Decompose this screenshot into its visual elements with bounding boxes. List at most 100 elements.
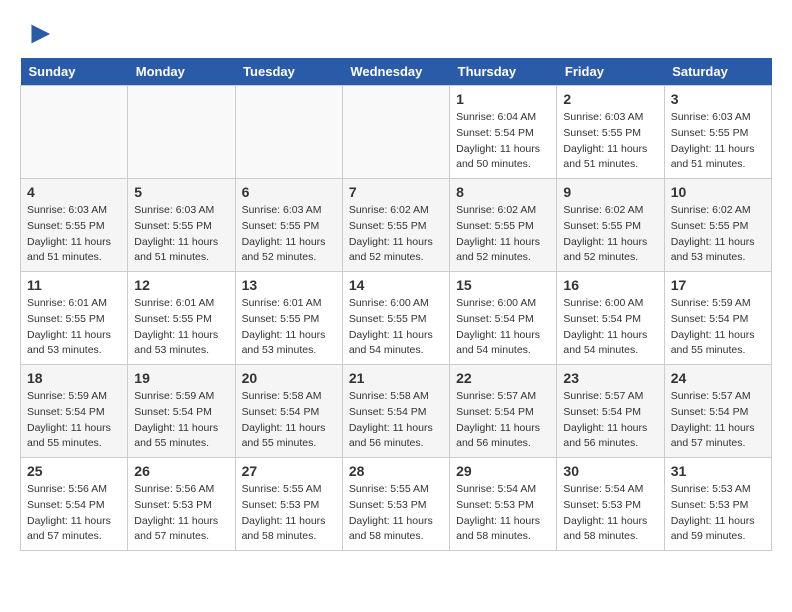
day-info: Sunrise: 6:02 AM Sunset: 5:55 PM Dayligh… xyxy=(563,203,657,266)
header-cell-sunday: Sunday xyxy=(21,58,128,86)
day-info: Sunrise: 6:02 AM Sunset: 5:55 PM Dayligh… xyxy=(456,203,550,266)
day-info: Sunrise: 6:03 AM Sunset: 5:55 PM Dayligh… xyxy=(27,203,121,266)
day-number: 16 xyxy=(563,277,657,293)
day-number: 24 xyxy=(671,370,765,386)
day-info: Sunrise: 5:59 AM Sunset: 5:54 PM Dayligh… xyxy=(671,296,765,359)
logo-icon xyxy=(24,20,52,48)
header-cell-monday: Monday xyxy=(128,58,235,86)
calendar-cell: 23 Sunrise: 5:57 AM Sunset: 5:54 PM Dayli… xyxy=(557,365,664,458)
day-info: Sunrise: 6:01 AM Sunset: 5:55 PM Dayligh… xyxy=(242,296,336,359)
calendar-cell: 17 Sunrise: 5:59 AM Sunset: 5:54 PM Dayli… xyxy=(664,272,771,365)
day-info: Sunrise: 6:04 AM Sunset: 5:54 PM Dayligh… xyxy=(456,110,550,173)
day-info: Sunrise: 6:00 AM Sunset: 5:54 PM Dayligh… xyxy=(456,296,550,359)
calendar-cell: 22Sunrise: 5:57 AM Sunset: 5:54 PM Dayli… xyxy=(450,365,557,458)
calendar-table: SundayMondayTuesdayWednesdayThursdayFrid… xyxy=(20,58,772,551)
day-number: 14 xyxy=(349,277,443,293)
calendar-cell: 6 Sunrise: 6:03 AM Sunset: 5:55 PM Daylig… xyxy=(235,179,342,272)
day-number: 2 xyxy=(563,91,657,107)
calendar-cell: 28 Sunrise: 5:55 AM Sunset: 5:53 PM Dayli… xyxy=(342,458,449,551)
day-info: Sunrise: 5:57 AM Sunset: 5:54 PM Dayligh… xyxy=(671,389,765,452)
day-number: 29 xyxy=(456,463,550,479)
calendar-cell: 31 Sunrise: 5:53 AM Sunset: 5:53 PM Dayli… xyxy=(664,458,771,551)
day-info: Sunrise: 6:03 AM Sunset: 5:55 PM Dayligh… xyxy=(563,110,657,173)
calendar-cell: 4 Sunrise: 6:03 AM Sunset: 5:55 PM Daylig… xyxy=(21,179,128,272)
header-cell-thursday: Thursday xyxy=(450,58,557,86)
calendar-cell: 8 Sunrise: 6:02 AM Sunset: 5:55 PM Daylig… xyxy=(450,179,557,272)
calendar-cell: 29 Sunrise: 5:54 AM Sunset: 5:53 PM Dayli… xyxy=(450,458,557,551)
calendar-cell: 11Sunrise: 6:01 AM Sunset: 5:55 PM Dayli… xyxy=(21,272,128,365)
calendar-cell: 27Sunrise: 5:55 AM Sunset: 5:53 PM Dayli… xyxy=(235,458,342,551)
day-number: 8 xyxy=(456,184,550,200)
day-number: 6 xyxy=(242,184,336,200)
week-row-5: 25 Sunrise: 5:56 AM Sunset: 5:54 PM Dayli… xyxy=(21,458,772,551)
day-number: 23 xyxy=(563,370,657,386)
day-info: Sunrise: 5:56 AM Sunset: 5:54 PM Dayligh… xyxy=(27,482,121,545)
day-info: Sunrise: 5:54 AM Sunset: 5:53 PM Dayligh… xyxy=(456,482,550,545)
day-info: Sunrise: 6:01 AM Sunset: 5:55 PM Dayligh… xyxy=(27,296,121,359)
day-info: Sunrise: 6:03 AM Sunset: 5:55 PM Dayligh… xyxy=(671,110,765,173)
calendar-cell xyxy=(235,86,342,179)
calendar-cell: 7Sunrise: 6:02 AM Sunset: 5:55 PM Daylig… xyxy=(342,179,449,272)
header-cell-friday: Friday xyxy=(557,58,664,86)
day-info: Sunrise: 6:01 AM Sunset: 5:55 PM Dayligh… xyxy=(134,296,228,359)
calendar-cell: 5Sunrise: 6:03 AM Sunset: 5:55 PM Daylig… xyxy=(128,179,235,272)
week-row-2: 4 Sunrise: 6:03 AM Sunset: 5:55 PM Daylig… xyxy=(21,179,772,272)
day-info: Sunrise: 5:59 AM Sunset: 5:54 PM Dayligh… xyxy=(27,389,121,452)
header-cell-saturday: Saturday xyxy=(664,58,771,86)
calendar-cell: 12 Sunrise: 6:01 AM Sunset: 5:55 PM Dayli… xyxy=(128,272,235,365)
day-number: 22 xyxy=(456,370,550,386)
calendar-cell: 16 Sunrise: 6:00 AM Sunset: 5:54 PM Dayli… xyxy=(557,272,664,365)
day-info: Sunrise: 5:58 AM Sunset: 5:54 PM Dayligh… xyxy=(349,389,443,452)
day-number: 10 xyxy=(671,184,765,200)
day-info: Sunrise: 5:58 AM Sunset: 5:54 PM Dayligh… xyxy=(242,389,336,452)
day-number: 17 xyxy=(671,277,765,293)
calendar-cell: 13 Sunrise: 6:01 AM Sunset: 5:55 PM Dayli… xyxy=(235,272,342,365)
page-header xyxy=(20,20,772,48)
day-number: 31 xyxy=(671,463,765,479)
day-number: 25 xyxy=(27,463,121,479)
calendar-cell: 19 Sunrise: 5:59 AM Sunset: 5:54 PM Dayli… xyxy=(128,365,235,458)
day-info: Sunrise: 5:53 AM Sunset: 5:53 PM Dayligh… xyxy=(671,482,765,545)
calendar-cell: 14 Sunrise: 6:00 AM Sunset: 5:55 PM Dayli… xyxy=(342,272,449,365)
day-info: Sunrise: 5:55 AM Sunset: 5:53 PM Dayligh… xyxy=(349,482,443,545)
calendar-cell: 20 Sunrise: 5:58 AM Sunset: 5:54 PM Dayli… xyxy=(235,365,342,458)
day-number: 3 xyxy=(671,91,765,107)
day-number: 26 xyxy=(134,463,228,479)
calendar-cell: 9 Sunrise: 6:02 AM Sunset: 5:55 PM Daylig… xyxy=(557,179,664,272)
calendar-cell: 10 Sunrise: 6:02 AM Sunset: 5:55 PM Dayli… xyxy=(664,179,771,272)
day-number: 9 xyxy=(563,184,657,200)
logo xyxy=(20,20,52,48)
day-number: 12 xyxy=(134,277,228,293)
day-info: Sunrise: 6:02 AM Sunset: 5:55 PM Dayligh… xyxy=(349,203,443,266)
day-number: 19 xyxy=(134,370,228,386)
day-info: Sunrise: 5:59 AM Sunset: 5:54 PM Dayligh… xyxy=(134,389,228,452)
day-info: Sunrise: 5:57 AM Sunset: 5:54 PM Dayligh… xyxy=(563,389,657,452)
calendar-cell: 1Sunrise: 6:04 AM Sunset: 5:54 PM Daylig… xyxy=(450,86,557,179)
day-info: Sunrise: 6:03 AM Sunset: 5:55 PM Dayligh… xyxy=(242,203,336,266)
calendar-cell: 15 Sunrise: 6:00 AM Sunset: 5:54 PM Dayli… xyxy=(450,272,557,365)
calendar-cell xyxy=(128,86,235,179)
day-info: Sunrise: 6:02 AM Sunset: 5:55 PM Dayligh… xyxy=(671,203,765,266)
day-info: Sunrise: 5:54 AM Sunset: 5:53 PM Dayligh… xyxy=(563,482,657,545)
calendar-cell: 21Sunrise: 5:58 AM Sunset: 5:54 PM Dayli… xyxy=(342,365,449,458)
header-row: SundayMondayTuesdayWednesdayThursdayFrid… xyxy=(21,58,772,86)
day-number: 4 xyxy=(27,184,121,200)
calendar-cell: 3 Sunrise: 6:03 AM Sunset: 5:55 PM Daylig… xyxy=(664,86,771,179)
day-number: 5 xyxy=(134,184,228,200)
week-row-3: 11Sunrise: 6:01 AM Sunset: 5:55 PM Dayli… xyxy=(21,272,772,365)
calendar-cell: 25 Sunrise: 5:56 AM Sunset: 5:54 PM Dayli… xyxy=(21,458,128,551)
calendar-cell: 26 Sunrise: 5:56 AM Sunset: 5:53 PM Dayli… xyxy=(128,458,235,551)
day-number: 27 xyxy=(242,463,336,479)
day-number: 13 xyxy=(242,277,336,293)
day-number: 15 xyxy=(456,277,550,293)
calendar-cell xyxy=(342,86,449,179)
day-number: 28 xyxy=(349,463,443,479)
day-info: Sunrise: 6:00 AM Sunset: 5:55 PM Dayligh… xyxy=(349,296,443,359)
header-cell-tuesday: Tuesday xyxy=(235,58,342,86)
day-info: Sunrise: 5:56 AM Sunset: 5:53 PM Dayligh… xyxy=(134,482,228,545)
calendar-cell: 2 Sunrise: 6:03 AM Sunset: 5:55 PM Daylig… xyxy=(557,86,664,179)
calendar-cell xyxy=(21,86,128,179)
day-info: Sunrise: 6:00 AM Sunset: 5:54 PM Dayligh… xyxy=(563,296,657,359)
header-cell-wednesday: Wednesday xyxy=(342,58,449,86)
day-number: 20 xyxy=(242,370,336,386)
